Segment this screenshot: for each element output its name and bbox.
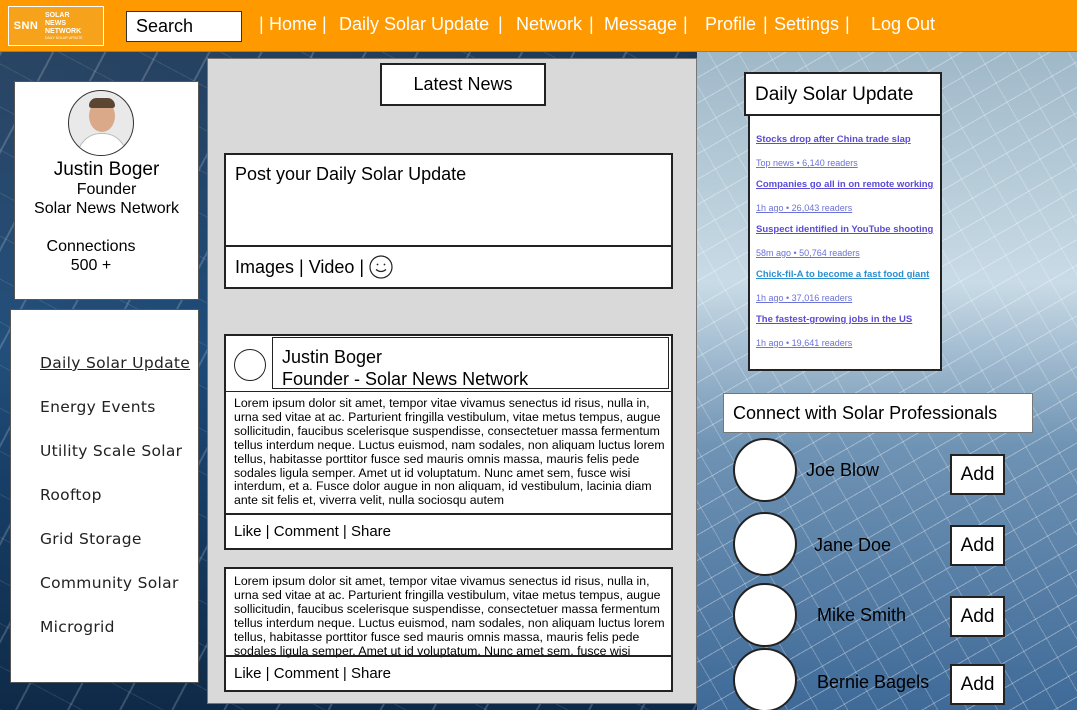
news-headline[interactable]: The fastest-growing jobs in the US [756, 314, 912, 325]
feed-heading: Latest News [380, 63, 546, 106]
nav-message[interactable]: Message [604, 14, 677, 35]
nav-home[interactable]: Home [269, 14, 317, 35]
post-header: Justin Boger Founder - Solar News Networ… [226, 336, 671, 392]
news-meta[interactable]: 1h ago • 26,043 readers [756, 203, 852, 213]
logo-text: SOLAR NEWS NETWORK DAILY SOLAR UPDATE [45, 11, 83, 40]
post-author-box: Justin Boger Founder - Solar News Networ… [272, 337, 669, 389]
post-body: Lorem ipsum dolor sit amet, tempor vitae… [234, 575, 665, 658]
feed-post: Justin Boger Founder - Solar News Networ… [224, 334, 673, 550]
news-meta[interactable]: 58m ago • 50,764 readers [756, 248, 860, 258]
profile-name[interactable]: Justin Boger [15, 159, 198, 181]
avatar[interactable] [68, 90, 134, 156]
news-headline[interactable]: Stocks drop after China trade slap [756, 134, 911, 145]
search-input[interactable]: Search [126, 11, 242, 42]
news-headline[interactable]: Chick-fil-A to become a fast food giant [756, 269, 929, 280]
nav-log-out[interactable]: Log Out [871, 14, 935, 35]
nav-settings[interactable]: Settings [774, 14, 839, 35]
daily-update-list: Stocks drop after China trade slap Top n… [748, 116, 942, 371]
composer-media-options[interactable]: Images | Video | [235, 257, 364, 278]
post-author-avatar[interactable] [234, 349, 266, 381]
nav-separator: | [259, 14, 264, 34]
connect-title: Connect with Solar Professionals [723, 393, 1033, 433]
post-author-name[interactable]: Justin Boger [282, 347, 382, 368]
composer-prompt[interactable]: Post your Daily Solar Update [235, 164, 466, 185]
nav-separator: | [845, 14, 850, 34]
add-button[interactable]: Add [950, 596, 1005, 637]
profile-org: Solar News Network [34, 200, 179, 217]
post-body: Lorem ipsum dolor sit amet, tempor vitae… [234, 397, 665, 508]
nav-separator: | [498, 14, 503, 34]
nav-separator: | [683, 14, 688, 34]
pro-name[interactable]: Bernie Bagels [817, 672, 929, 693]
post-author-role: Founder - Solar News Network [282, 369, 529, 389]
profile-card: Justin Boger Founder Solar News Network … [14, 81, 199, 300]
logo-mark: SNN [13, 20, 39, 32]
add-button[interactable]: Add [950, 454, 1005, 495]
pro-avatar[interactable] [733, 648, 797, 710]
news-meta[interactable]: 1h ago • 19,641 readers [756, 338, 852, 348]
news-headline[interactable]: Companies go all in on remote working [756, 179, 933, 190]
pro-name[interactable]: Jane Doe [814, 535, 891, 556]
pro-name[interactable]: Joe Blow [806, 460, 879, 481]
add-button[interactable]: Add [950, 664, 1005, 705]
nav-separator: | [322, 14, 327, 34]
top-nav-bar: SNN SOLAR NEWS NETWORK DAILY SOLAR UPDAT… [0, 0, 1077, 52]
news-meta[interactable]: Top news • 6,140 readers [756, 158, 858, 168]
pro-name[interactable]: Mike Smith [817, 605, 906, 626]
menu-item-community-solar[interactable]: Community Solar [40, 574, 179, 592]
nav-network[interactable]: Network [516, 14, 582, 35]
post-composer[interactable]: Post your Daily Solar Update Images | Vi… [224, 153, 673, 289]
profile-title: Founder [76, 181, 137, 198]
post-actions[interactable]: Like | Comment | Share [226, 655, 671, 690]
feed-post: Lorem ipsum dolor sit amet, tempor vitae… [224, 567, 673, 692]
menu-item-rooftop[interactable]: Rooftop [40, 486, 102, 504]
add-button[interactable]: Add [950, 525, 1005, 566]
connections-count: 500 + [70, 257, 112, 274]
menu-item-utility-scale-solar[interactable]: Utility Scale Solar [40, 442, 182, 460]
daily-update-title: Daily Solar Update [744, 72, 942, 116]
nav-separator: | [589, 14, 594, 34]
menu-item-microgrid[interactable]: Microgrid [40, 618, 115, 636]
composer-tools: Images | Video | [226, 245, 671, 287]
smiley-icon[interactable] [369, 255, 393, 279]
post-actions[interactable]: Like | Comment | Share [226, 513, 671, 548]
pro-avatar[interactable] [733, 583, 797, 647]
category-menu: Daily Solar Update Energy Events Utility… [10, 309, 199, 683]
menu-item-energy-events[interactable]: Energy Events [40, 398, 156, 416]
connections-label[interactable]: Connections [15, 238, 167, 256]
menu-item-daily-solar-update[interactable]: Daily Solar Update [40, 354, 190, 372]
news-headline[interactable]: Suspect identified in YouTube shooting [756, 224, 933, 235]
nav-profile[interactable]: Profile [705, 14, 756, 35]
nav-daily-solar-update[interactable]: Daily Solar Update [339, 14, 489, 35]
site-logo[interactable]: SNN SOLAR NEWS NETWORK DAILY SOLAR UPDAT… [8, 6, 104, 46]
news-meta[interactable]: 1h ago • 37,016 readers [756, 293, 852, 303]
pro-avatar[interactable] [733, 438, 797, 502]
news-feed: Latest News Post your Daily Solar Update… [207, 58, 697, 704]
menu-item-grid-storage[interactable]: Grid Storage [40, 530, 142, 548]
pro-avatar[interactable] [733, 512, 797, 576]
nav-separator: | [763, 14, 768, 34]
